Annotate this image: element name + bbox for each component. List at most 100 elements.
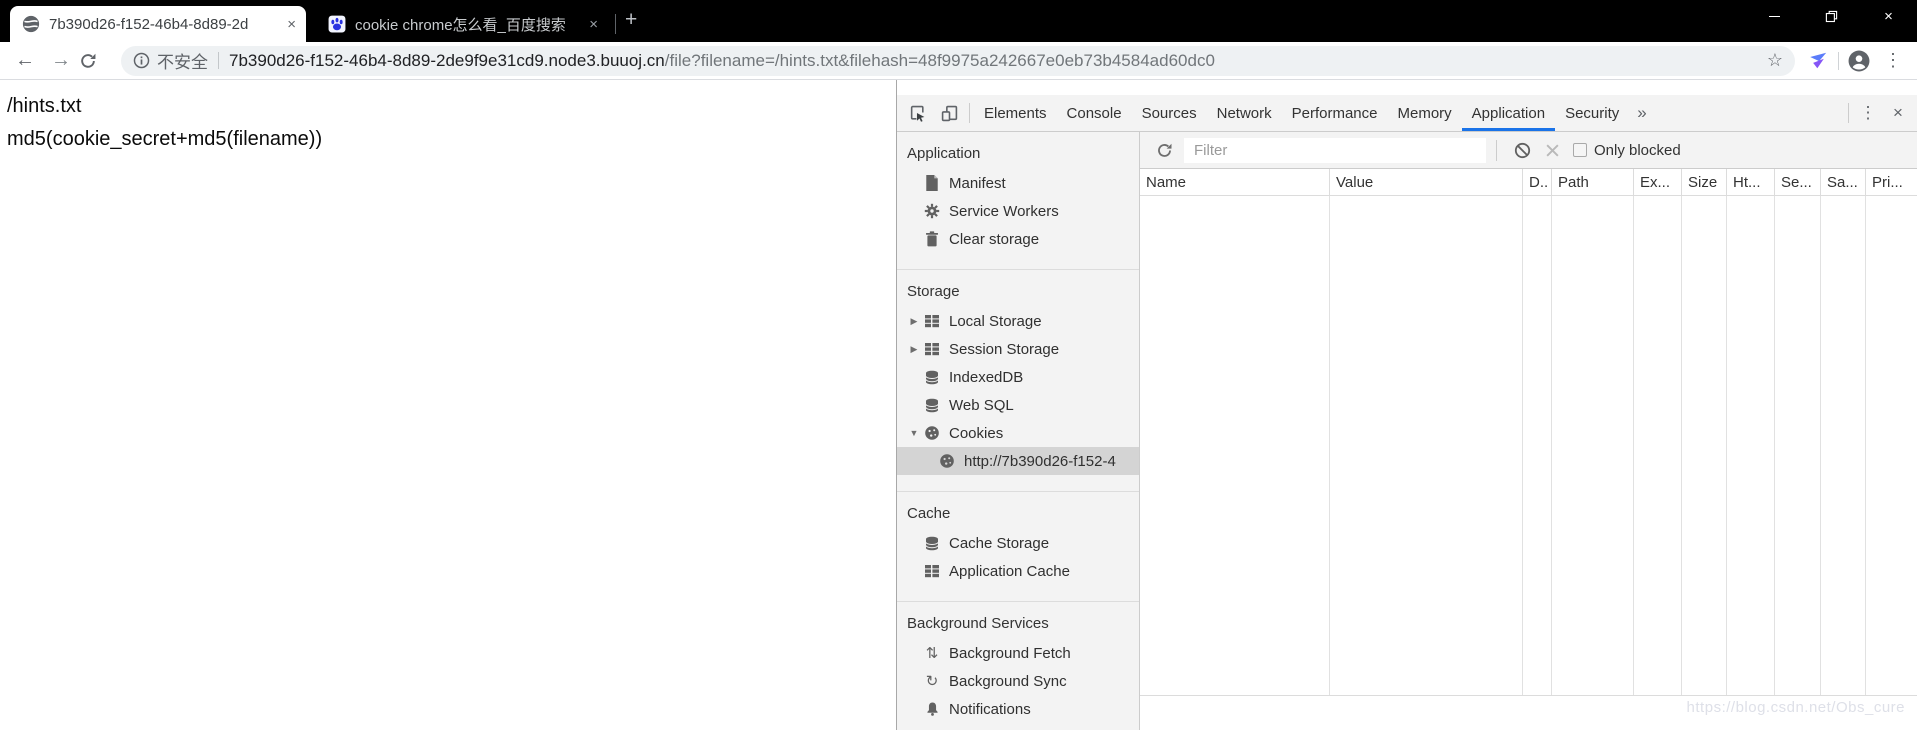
url-domain: 7b390d26-f152-46b4-8d89-2de9f9e31cd9.nod… (229, 50, 665, 70)
block-icon (1514, 142, 1530, 158)
sidebar-item-background-fetch[interactable]: ⇅ Background Fetch (897, 639, 1139, 667)
block-button[interactable] (1507, 142, 1537, 159)
bookmark-star-icon[interactable]: ☆ (1767, 50, 1783, 71)
cookies-table-header: Name Value D.. Path Ex... Size Ht... Se.… (1140, 169, 1917, 196)
section-header-storage: Storage (907, 283, 960, 300)
clear-button[interactable] (1537, 143, 1567, 158)
chevron-down-icon[interactable]: ▼ (905, 428, 923, 438)
cookie-icon (938, 452, 956, 470)
sidebar-item-application-cache[interactable]: Application Cache (897, 557, 1139, 585)
page-line-2: md5(cookie_secret+md5(filename)) (7, 128, 323, 150)
page-content: /hints.txt md5(cookie_secret+md5(filenam… (0, 80, 896, 730)
omnibox[interactable]: 不安全 7b390d26-f152-46b4-8d89-2de9f9e31cd9… (121, 45, 1795, 76)
profile-avatar[interactable] (1842, 50, 1876, 72)
browser-menu-button[interactable]: ⋮ (1876, 50, 1910, 71)
device-toolbar-button[interactable] (933, 95, 965, 131)
column-header-samesite[interactable]: Sa... (1821, 169, 1866, 195)
sidebar-item-service-workers[interactable]: Service Workers (897, 197, 1139, 225)
csdn-watermark: https://blog.csdn.net/Obs_cure (1686, 699, 1905, 716)
sidebar-item-label: Cache Storage (949, 534, 1050, 552)
minimize-button[interactable] (1746, 0, 1803, 32)
sidebar-item-indexeddb[interactable]: IndexedDB (897, 363, 1139, 391)
sidebar-item-background-sync[interactable]: ↻ Background Sync (897, 667, 1139, 695)
sidebar-item-label: Notifications (949, 700, 1031, 718)
filter-input[interactable] (1184, 137, 1486, 163)
devtools-tab-sources[interactable]: Sources (1132, 95, 1207, 131)
column-header-priority[interactable]: Pri... (1866, 169, 1917, 195)
more-tabs-icon[interactable]: » (1629, 95, 1654, 131)
only-blocked-label[interactable]: Only blocked (1594, 142, 1681, 159)
section-header-application: Application (907, 145, 981, 162)
sidebar-item-cache-storage[interactable]: Cache Storage (897, 529, 1139, 557)
table-icon (923, 562, 941, 580)
sidebar-item-label: Manifest (949, 174, 1006, 192)
column-header-name[interactable]: Name (1140, 169, 1330, 195)
column-header-value[interactable]: Value (1330, 169, 1523, 195)
devtools-tab-security[interactable]: Security (1555, 95, 1629, 131)
restore-icon (1825, 10, 1838, 22)
devtools-close-button[interactable]: × (1883, 95, 1913, 131)
tab-strip-separator (615, 14, 616, 34)
devtools-tab-memory[interactable]: Memory (1388, 95, 1462, 131)
only-blocked-checkbox[interactable] (1573, 143, 1587, 157)
close-window-button[interactable]: × (1860, 0, 1917, 32)
back-button[interactable]: ← (7, 49, 43, 72)
sidebar-section-application: Application Manifest Service Workers Cle… (897, 132, 1139, 269)
section-header-cache: Cache (907, 505, 951, 522)
browser-tab-hints[interactable]: 7b390d26-f152-46b4-8d89-2d × (10, 6, 306, 42)
devtools-tab-performance[interactable]: Performance (1282, 95, 1388, 131)
column-header-expires[interactable]: Ex... (1634, 169, 1682, 195)
column-header-domain[interactable]: D.. (1523, 169, 1552, 195)
cookies-toolbar: Only blocked (1140, 132, 1917, 169)
column-header-path[interactable]: Path (1552, 169, 1634, 195)
tab-close-icon[interactable]: × (589, 17, 598, 32)
devtools-tab-bar: Elements Console Sources Network Perform… (897, 95, 1917, 132)
column-header-httponly[interactable]: Ht... (1727, 169, 1775, 195)
sidebar-item-cookies[interactable]: ▼ Cookies (897, 419, 1139, 447)
chevron-right-icon[interactable]: ▶ (905, 344, 923, 355)
table-icon (923, 340, 941, 358)
refresh-button[interactable] (1150, 142, 1178, 159)
sidebar-item-label: Service Workers (949, 202, 1059, 220)
window-controls: × (1746, 0, 1917, 32)
new-tab-button[interactable]: + (625, 9, 637, 30)
inspect-cursor-icon (910, 105, 924, 122)
devtools-tab-elements[interactable]: Elements (974, 95, 1057, 131)
page-line-1: /hints.txt (7, 95, 82, 117)
column-header-size[interactable]: Size (1682, 169, 1727, 195)
refresh-icon (1157, 143, 1172, 157)
reload-button[interactable] (79, 52, 115, 70)
sidebar-item-manifest[interactable]: Manifest (897, 169, 1139, 197)
sidebar-item-notifications[interactable]: Notifications (897, 695, 1139, 723)
maximize-button[interactable] (1803, 0, 1860, 32)
extension-icon[interactable] (1801, 51, 1835, 70)
sidebar-item-local-storage[interactable]: ▶ Local Storage (897, 307, 1139, 335)
minimize-icon (1769, 15, 1780, 17)
security-label[interactable]: 不安全 (157, 48, 208, 73)
chevron-right-icon[interactable]: ▶ (905, 316, 923, 327)
sidebar-item-label: Background Sync (949, 672, 1067, 690)
omnibox-separator (218, 52, 219, 69)
devtools-separator (969, 103, 970, 123)
inspect-element-button[interactable] (901, 95, 933, 131)
sidebar-item-cookie-origin[interactable]: http://7b390d26-f152-4 (897, 447, 1139, 475)
tab-title: cookie chrome怎么看_百度搜索 (355, 13, 583, 35)
column-header-secure[interactable]: Se... (1775, 169, 1821, 195)
toolbar-right: ⋮ (1801, 50, 1910, 72)
sidebar-item-web-sql[interactable]: Web SQL (897, 391, 1139, 419)
up-down-arrows-icon: ⇅ (925, 644, 939, 662)
devtools-tab-network[interactable]: Network (1207, 95, 1282, 131)
sidebar-item-clear-storage[interactable]: Clear storage (897, 225, 1139, 253)
browser-toolbar: ← → 不安全 7b390d26-f152-46b4-8d89-2de9f9e3… (0, 42, 1917, 80)
forward-button[interactable]: → (43, 49, 79, 72)
browser-tab-baidu[interactable]: cookie chrome怎么看_百度搜索 × (318, 6, 606, 42)
section-header-background-services: Background Services (907, 615, 1049, 632)
reload-icon (81, 53, 96, 68)
sidebar-item-session-storage[interactable]: ▶ Session Storage (897, 335, 1139, 363)
sidebar-item-label: Clear storage (949, 230, 1040, 248)
tab-close-icon[interactable]: × (287, 17, 296, 32)
devtools-menu-button[interactable]: ⋮ (1853, 95, 1883, 131)
devtools-tab-application[interactable]: Application (1461, 95, 1556, 131)
devtools-tab-console[interactable]: Console (1057, 95, 1132, 131)
trash-icon (923, 230, 941, 248)
